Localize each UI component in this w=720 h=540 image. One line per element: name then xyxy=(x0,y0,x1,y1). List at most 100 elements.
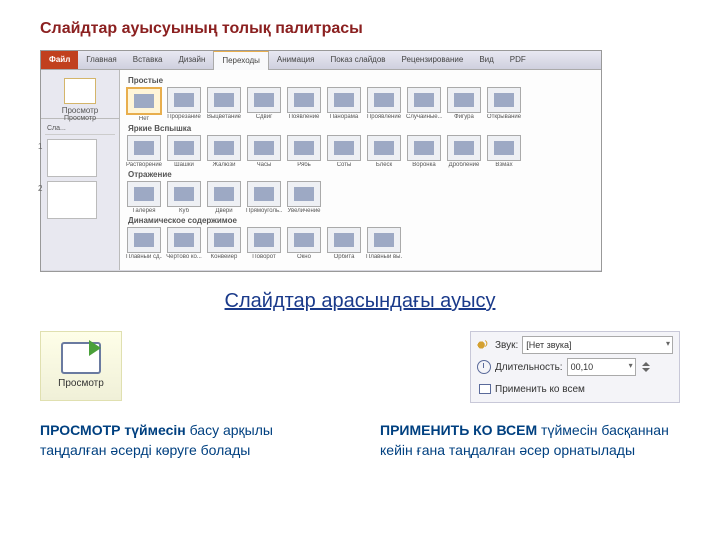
transitions-palette-screenshot: Файл Главная Вставка Дизайн Переходы Ани… xyxy=(40,50,602,272)
transition-thumb-label: Блеск xyxy=(366,162,402,168)
transition-thumb[interactable]: Воронка xyxy=(406,135,442,168)
timing-panel: Звук: [Нет звука] Длительность: 00,10 Пр… xyxy=(470,331,680,403)
transition-thumb[interactable]: Панорама xyxy=(326,87,362,122)
transition-thumb[interactable]: Поворот xyxy=(246,227,282,260)
transition-thumb-label: Панорама xyxy=(326,114,362,120)
transition-thumb[interactable]: Соты xyxy=(326,135,362,168)
duration-label: Длительность: xyxy=(495,362,563,373)
transition-thumb-label: Окно xyxy=(286,254,322,260)
transition-thumb-label: Дробление xyxy=(446,162,482,168)
transition-thumb-label: Галерея xyxy=(126,208,162,214)
transition-thumb[interactable]: Взмах xyxy=(486,135,522,168)
apply-all-icon xyxy=(477,382,491,396)
transition-thumb[interactable]: Дробление xyxy=(446,135,482,168)
transition-thumb-label: Взмах xyxy=(486,162,522,168)
transition-thumb-label: Шашки xyxy=(166,162,202,168)
transition-thumb[interactable]: Проявление xyxy=(366,87,402,122)
left-sidebar: Просмотр Просмотр Сла... 1 2 xyxy=(41,70,120,270)
transition-thumb[interactable]: Орбита xyxy=(326,227,362,260)
transition-thumb-label: Поворот xyxy=(246,254,282,260)
preview-group-label: Просмотр xyxy=(45,106,115,115)
ribbon-tab[interactable]: PDF xyxy=(502,51,534,69)
transition-thumb-label: Открывание xyxy=(486,114,522,120)
transition-thumb[interactable]: Часы xyxy=(246,135,282,168)
transition-thumb[interactable]: Двери xyxy=(206,181,242,214)
transition-thumb[interactable]: Жалюзи xyxy=(206,135,242,168)
transition-thumb-label: Выцветание xyxy=(206,114,242,120)
transition-thumb[interactable]: Прорезание xyxy=(166,87,202,122)
transition-thumb-label: Часы xyxy=(246,162,282,168)
duration-input[interactable]: 00,10 xyxy=(567,358,636,376)
transition-thumb[interactable]: Сдвиг xyxy=(246,87,282,122)
sound-select[interactable]: [Нет звука] xyxy=(522,336,673,354)
transition-thumb[interactable]: Увеличение xyxy=(286,181,322,214)
transition-thumb[interactable]: Рябь xyxy=(286,135,322,168)
transition-thumb[interactable]: Выцветание xyxy=(206,87,242,122)
ribbon-tab[interactable]: Показ слайдов xyxy=(322,51,393,69)
preview-play-icon xyxy=(59,338,103,374)
page-title-2: Слайдтар арасындағы ауысу xyxy=(40,290,680,313)
ribbon: Файл Главная Вставка Дизайн Переходы Ани… xyxy=(41,51,601,70)
gallery-section-header: Яркие Вспышка xyxy=(128,124,595,133)
ribbon-tab[interactable]: Анимация xyxy=(269,51,323,69)
transition-thumb-label: Нет xyxy=(126,116,162,122)
transition-thumb[interactable]: Плавный сд... xyxy=(126,227,162,260)
transitions-gallery: ПростыеНетПрорезаниеВыцветаниеСдвигПоявл… xyxy=(120,70,601,270)
transition-thumb[interactable]: Прямоуголь... xyxy=(246,181,282,214)
transition-thumb-label: Увеличение xyxy=(286,208,322,214)
caption-left: ПРОСМОТР түймесін басу арқылы таңдалған … xyxy=(40,421,340,460)
gallery-section-header: Динамическое содержимое xyxy=(128,216,595,225)
transition-thumb[interactable]: Появление xyxy=(286,87,322,122)
transition-thumb-label: Прорезание xyxy=(166,114,202,120)
transition-thumb-label: Случайные... xyxy=(406,114,442,120)
ribbon-tab-transitions[interactable]: Переходы xyxy=(213,51,269,70)
transition-thumb[interactable]: Растворение xyxy=(126,135,162,168)
transition-thumb[interactable]: Нет xyxy=(126,87,162,122)
transition-thumb-label: Плавный вы... xyxy=(366,254,402,260)
ribbon-tab[interactable]: Вставка xyxy=(125,51,171,69)
gallery-section-header: Отражение xyxy=(128,170,595,179)
transition-thumb[interactable]: Куб xyxy=(166,181,202,214)
transition-thumb[interactable]: Открывание xyxy=(486,87,522,122)
transition-thumb-label: Орбита xyxy=(326,254,362,260)
transition-thumb[interactable]: Блеск xyxy=(366,135,402,168)
transition-thumb[interactable]: Шашки xyxy=(166,135,202,168)
clock-icon xyxy=(477,360,491,374)
sound-icon xyxy=(477,338,491,352)
slide-thumbnail[interactable]: 2 xyxy=(47,181,97,219)
duration-spinner[interactable] xyxy=(640,361,652,373)
transition-thumb-label: Двери xyxy=(206,208,242,214)
ribbon-tab-file[interactable]: Файл xyxy=(41,51,78,69)
caption-right: ПРИМЕНИТЬ КО ВСЕМ түймесін басқаннан кей… xyxy=(380,421,680,460)
transition-thumb[interactable]: Плавный вы... xyxy=(366,227,402,260)
slide-thumbnail[interactable]: 1 xyxy=(47,139,97,177)
slides-tab[interactable]: Сла... xyxy=(45,123,115,135)
transition-thumb-label: Чертово ко... xyxy=(166,254,202,260)
ribbon-tab[interactable]: Главная xyxy=(78,51,124,69)
preview-thumb-icon[interactable] xyxy=(64,78,96,104)
transition-thumb-label: Жалюзи xyxy=(206,162,242,168)
preview-button-label: Просмотр xyxy=(45,378,117,389)
transition-thumb[interactable]: Конвейер xyxy=(206,227,242,260)
transition-thumb-label: Соты xyxy=(326,162,362,168)
transition-thumb[interactable]: Фигура xyxy=(446,87,482,122)
transition-thumb-label: Конвейер xyxy=(206,254,242,260)
ribbon-tab[interactable]: Вид xyxy=(471,51,501,69)
transition-thumb-label: Прямоуголь... xyxy=(246,208,282,214)
transition-thumb[interactable]: Случайные... xyxy=(406,87,442,122)
transition-thumb[interactable]: Чертово ко... xyxy=(166,227,202,260)
ribbon-tab[interactable]: Дизайн xyxy=(170,51,213,69)
preview-button[interactable]: Просмотр xyxy=(40,331,122,401)
transition-thumb[interactable]: Окно xyxy=(286,227,322,260)
page-title-1: Слайдтар ауысуының толық палитрасы xyxy=(40,20,680,38)
transition-thumb-label: Проявление xyxy=(366,114,402,120)
transition-thumb-label: Сдвиг xyxy=(246,114,282,120)
transition-thumb-label: Растворение xyxy=(126,162,162,168)
apply-all-button[interactable]: Применить ко всем xyxy=(495,384,585,395)
transition-thumb-label: Куб xyxy=(166,208,202,214)
transition-thumb-label: Плавный сд... xyxy=(126,254,162,260)
transition-thumb-label: Воронка xyxy=(406,162,442,168)
transition-thumb[interactable]: Галерея xyxy=(126,181,162,214)
sound-label: Звук: xyxy=(495,340,518,351)
ribbon-tab[interactable]: Рецензирование xyxy=(394,51,472,69)
